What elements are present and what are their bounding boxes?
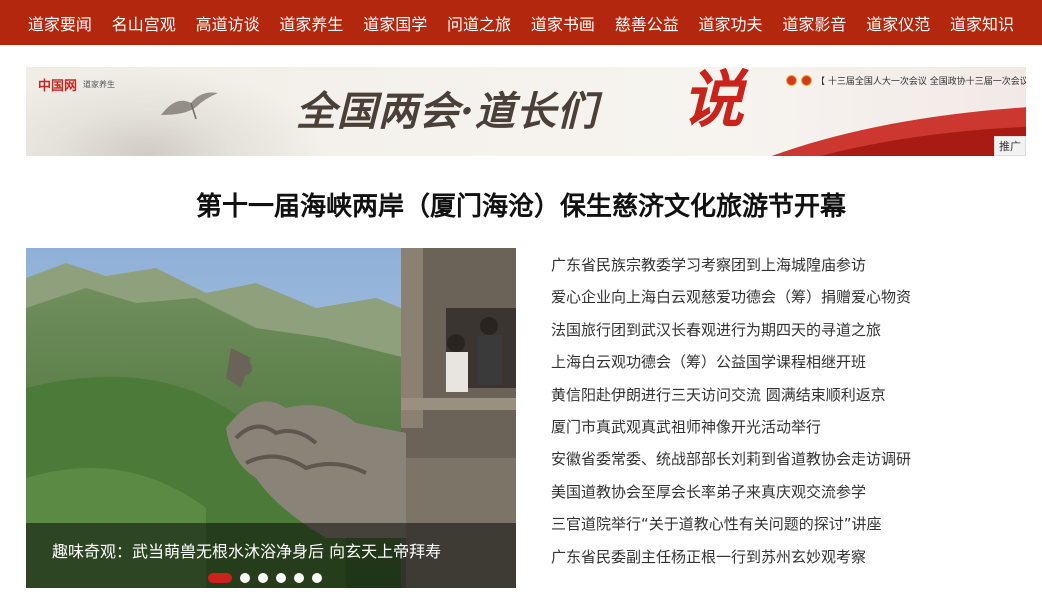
nav-item-daojia-yingyin[interactable]: 道家影音 [782,11,846,35]
news-item[interactable]: 法国旅行团到武汉长春观进行为期四天的寻道之旅 [551,317,1021,349]
image-slider[interactable]: 趣味奇观：武当萌兽无根水沐浴净身后 向玄天上帝拜寿 [26,248,516,588]
national-emblem-icon [786,75,797,86]
news-item[interactable]: 广东省民委副主任杨正根一行到苏州玄妙观考察 [551,544,1021,576]
nav-item-daojia-yifan[interactable]: 道家仪范 [866,11,930,35]
nav-item-gaodao-fangtan[interactable]: 高道访谈 [196,11,260,35]
meeting-text: 【 十三届全国人大一次会议 全国政协十三届一次会议 】 [816,77,1026,87]
news-item[interactable]: 美国道教协会至厚会长率弟子来真庆观交流参学 [551,479,1021,511]
news-item[interactable]: 爱心企业向上海白云观慈爱功德会（筹）捐赠爱心物资 [551,284,1021,316]
slider-dot-6[interactable] [312,573,322,583]
news-item[interactable]: 广东省民族宗教委学习考察团到上海城隍庙参访 [551,252,1021,284]
news-item[interactable]: 安徽省委常委、统战部部长刘莉到省道教协会走访调研 [551,446,1021,478]
slider-dot-5[interactable] [294,573,304,583]
main-headline[interactable]: 第十一届海峡两岸（厦门海沧）保生慈济文化旅游节开幕 [0,186,1042,223]
slider-dot-3[interactable] [258,573,268,583]
logo-mark: 中国网 [38,79,78,94]
news-item[interactable]: 黄信阳赴伊朗进行三天访问交流 圆满结束顺利返京 [551,382,1021,414]
nav-item-cishan-gongyi[interactable]: 慈善公益 [615,11,679,35]
nav-item-daojia-guoxue[interactable]: 道家国学 [363,11,427,35]
slide-caption[interactable]: 趣味奇观：武当萌兽无根水沐浴净身后 向玄天上帝拜寿 [52,538,441,562]
banner-meeting-note: 【 十三届全国人大一次会议 全国政协十三届一次会议 】 [786,74,1026,87]
nav-item-daojia-yaowen[interactable]: 道家要闻 [28,11,92,35]
slider-dot-2[interactable] [240,573,250,583]
red-ribbon-decoration [771,107,1026,156]
nav-item-daojia-shuhua[interactable]: 道家书画 [531,11,595,35]
news-item[interactable]: 厦门市真武观真武祖师神像开光活动举行 [551,414,1021,446]
promo-banner[interactable]: 中国网 道家养生 全国两会·道长们 说 【 十三届全国人大一次会议 全国政协十三… [26,67,1026,156]
news-list: 广东省民族宗教委学习考察团到上海城隍庙参访 爱心企业向上海白云观慈爱功德会（筹）… [551,252,1021,576]
slider-dot-1[interactable] [208,573,232,583]
banner-title: 全国两会·道长们 [296,88,598,135]
logo-site-name: 道家养生 [83,80,116,89]
nav-item-daojia-zhishi[interactable]: 道家知识 [950,11,1014,35]
nav-item-mingshan-gongguan[interactable]: 名山宫观 [112,11,176,35]
nav-item-daojia-yangsheng[interactable]: 道家养生 [279,11,343,35]
ad-label: 推广 [994,136,1026,156]
banner-logo: 中国网 道家养生 [38,75,115,94]
news-item[interactable]: 上海白云观功德会（筹）公益国学课程相继开班 [551,349,1021,381]
top-nav: 道家要闻 名山宫观 高道访谈 道家养生 道家国学 问道之旅 道家书画 慈善公益 … [0,0,1042,45]
news-item[interactable]: 三官道院举行“关于道教心性有关问题的探讨”讲座 [551,511,1021,543]
slider-dot-4[interactable] [276,573,286,583]
slider-pagination [208,573,322,583]
cppcc-emblem-icon [801,75,812,86]
crane-icon [161,92,218,120]
nav-item-daojia-gongfu[interactable]: 道家功夫 [699,11,763,35]
nav-item-wendao-zhilv[interactable]: 问道之旅 [447,11,511,35]
